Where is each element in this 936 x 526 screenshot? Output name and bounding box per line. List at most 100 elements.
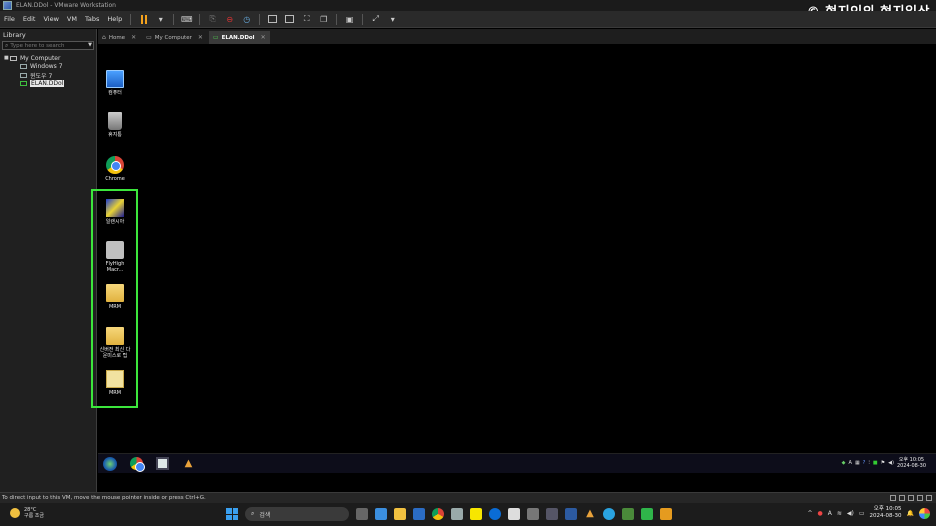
thumbnail-bar-icon[interactable] — [284, 14, 295, 25]
desktop-icon-computer[interactable]: 컴퓨터 — [98, 70, 132, 96]
desktop-icon-recycle-bin[interactable]: 휴지통 — [98, 112, 132, 138]
guest-clock[interactable]: 오후 10:05 2024-08-30 — [897, 457, 926, 469]
edge-icon[interactable] — [489, 508, 501, 520]
close-icon[interactable]: ✕ — [198, 34, 203, 41]
start-orb-icon[interactable] — [103, 456, 117, 471]
display-icon[interactable] — [926, 495, 932, 501]
tab-home[interactable]: ⌂ Home ✕ — [98, 31, 140, 44]
app-icon[interactable] — [660, 508, 672, 520]
weather-desc: 구름 조금 — [24, 513, 44, 519]
help-icon[interactable]: ? — [863, 460, 866, 466]
toolbar-separator — [199, 13, 201, 25]
vmware-icon[interactable] — [565, 508, 577, 520]
revert-snapshot-icon[interactable]: ⊖ — [224, 14, 235, 25]
tray-icon[interactable]: ▦ — [855, 460, 860, 466]
library-search-input[interactable]: ⌕ Type here to search ▼ — [2, 41, 94, 50]
desktop-icon-chrome[interactable]: Chrome — [98, 156, 132, 182]
full-screen-icon[interactable]: ⛶ — [301, 14, 312, 25]
store-icon[interactable] — [413, 508, 425, 520]
chrome-icon[interactable] — [432, 508, 444, 520]
tree-item-my-computer[interactable]: ■ My Computer — [0, 54, 96, 63]
tab-my-computer[interactable]: ▭ My Computer ✕ — [142, 31, 207, 44]
host-search-box[interactable]: ⌕ 검색 — [245, 507, 349, 521]
tray-icon[interactable]: ⁝ — [868, 460, 870, 466]
snapshot-manager-icon[interactable]: ◷ — [241, 14, 252, 25]
close-icon[interactable]: ✕ — [261, 34, 266, 41]
tree-item-windows7-kr[interactable]: 윈도우 7 — [0, 71, 96, 80]
snapshot-icon[interactable]: ⎘ — [207, 14, 218, 25]
kakaotalk-icon[interactable] — [470, 508, 482, 520]
desktop-icon-label: 컴퓨터 — [108, 90, 122, 96]
hdd-icon[interactable] — [890, 495, 896, 501]
tree-item-elan-ddol[interactable]: ELAN.DDol — [0, 80, 96, 89]
wifi-icon[interactable]: ≋ — [837, 510, 842, 517]
app-icon[interactable] — [375, 508, 387, 520]
vm-console[interactable]: 컴퓨터 휴지통 Chrome 일랜시아 FlyHigh Macr... MRM … — [98, 44, 936, 492]
sound-icon[interactable] — [917, 495, 923, 501]
app-icon[interactable] — [451, 508, 463, 520]
show-library-icon[interactable] — [267, 14, 278, 25]
app-icon[interactable] — [527, 508, 539, 520]
toolbar-separator — [130, 13, 132, 25]
library-panel: Library ⌕ Type here to search ▼ ■ My Com… — [0, 29, 97, 492]
notepad-icon[interactable] — [508, 508, 520, 520]
weather-widget[interactable]: 28°C 구름 조금 — [10, 507, 44, 519]
network-icon[interactable]: ■ — [873, 460, 878, 466]
menu-vm[interactable]: VM — [63, 15, 81, 23]
menu-help[interactable]: Help — [103, 15, 126, 23]
desktop-icon-label: 휴지통 — [108, 132, 122, 138]
menu-view[interactable]: View — [39, 15, 62, 23]
task-view-icon[interactable] — [356, 508, 368, 520]
explorer-icon[interactable] — [156, 457, 169, 470]
tray-icon[interactable]: ● — [818, 510, 823, 517]
host-search-label: 검색 — [259, 511, 271, 519]
windows-start-icon[interactable] — [226, 508, 238, 520]
copilot-icon[interactable] — [919, 507, 930, 519]
tab-elan-ddol[interactable]: ▭ ELAN.DDol ✕ — [208, 31, 270, 44]
chrome-icon — [106, 156, 124, 174]
pause-icon[interactable] — [138, 14, 149, 25]
host-tray: ^ ● A ≋ ◀) ▭ 오후 10:05 2024-08-30 🔔 — [807, 506, 930, 520]
status-message: To direct input to this VM, move the mou… — [2, 495, 206, 501]
menu-tabs[interactable]: Tabs — [81, 15, 103, 23]
guest-tray: ◆ A ▦ ? ⁝ ■ ⚑ ◀) 오후 10:05 2024-08-30 — [842, 457, 926, 469]
flag-icon[interactable]: ⚑ — [881, 460, 885, 466]
app-icon[interactable] — [641, 508, 653, 520]
tab-bar: ⌂ Home ✕ ▭ My Computer ✕ ▭ ELAN.DDol ✕ — [98, 29, 936, 44]
chevron-down-icon[interactable]: ▼ — [88, 42, 92, 48]
host-clock[interactable]: 오후 10:05 2024-08-30 — [870, 506, 902, 520]
chevron-up-icon[interactable]: ^ — [807, 510, 812, 517]
tray-icon[interactable]: ◆ — [842, 460, 846, 466]
send-ctrl-alt-del-icon[interactable]: ⌨ — [181, 14, 193, 25]
home-icon: ⌂ — [102, 34, 106, 41]
host-clock-date: 2024-08-30 — [869, 513, 902, 519]
notification-bell-icon[interactable]: 🔔 — [907, 510, 914, 517]
chrome-icon[interactable] — [130, 457, 145, 472]
tree-item-windows7[interactable]: Windows 7 — [0, 63, 96, 72]
unity-icon[interactable]: ❐ — [318, 14, 329, 25]
usb-icon[interactable] — [908, 495, 914, 501]
network-adapter-icon[interactable] — [899, 495, 905, 501]
app-icon[interactable]: ▲ — [584, 508, 596, 520]
menu-edit[interactable]: Edit — [19, 15, 40, 23]
host-clock-time: 오후 10:05 — [873, 506, 902, 512]
console-view-icon[interactable]: ▣ — [344, 14, 355, 25]
dropdown-icon[interactable]: ▾ — [387, 14, 398, 25]
app-icon[interactable] — [622, 508, 634, 520]
app-icon[interactable]: ▲ — [182, 457, 195, 470]
app-icon[interactable] — [546, 508, 558, 520]
tree-item-label: 윈도우 7 — [30, 72, 53, 80]
dropdown-icon[interactable]: ▾ — [155, 14, 166, 25]
battery-icon[interactable]: ▭ — [859, 510, 865, 517]
file-explorer-icon[interactable] — [394, 508, 406, 520]
stretch-guest-icon[interactable]: ⤢ — [370, 14, 381, 25]
host-tray-lang[interactable]: A — [828, 510, 832, 517]
recycle-bin-icon — [108, 112, 122, 130]
menu-file[interactable]: File — [0, 15, 19, 23]
close-icon[interactable]: ✕ — [131, 34, 136, 41]
volume-icon[interactable]: ◀) — [888, 460, 894, 466]
search-icon: ⌕ — [251, 510, 255, 517]
volume-icon[interactable]: ◀) — [847, 510, 854, 517]
tray-lang[interactable]: A — [849, 460, 852, 466]
telegram-icon[interactable] — [603, 508, 615, 520]
